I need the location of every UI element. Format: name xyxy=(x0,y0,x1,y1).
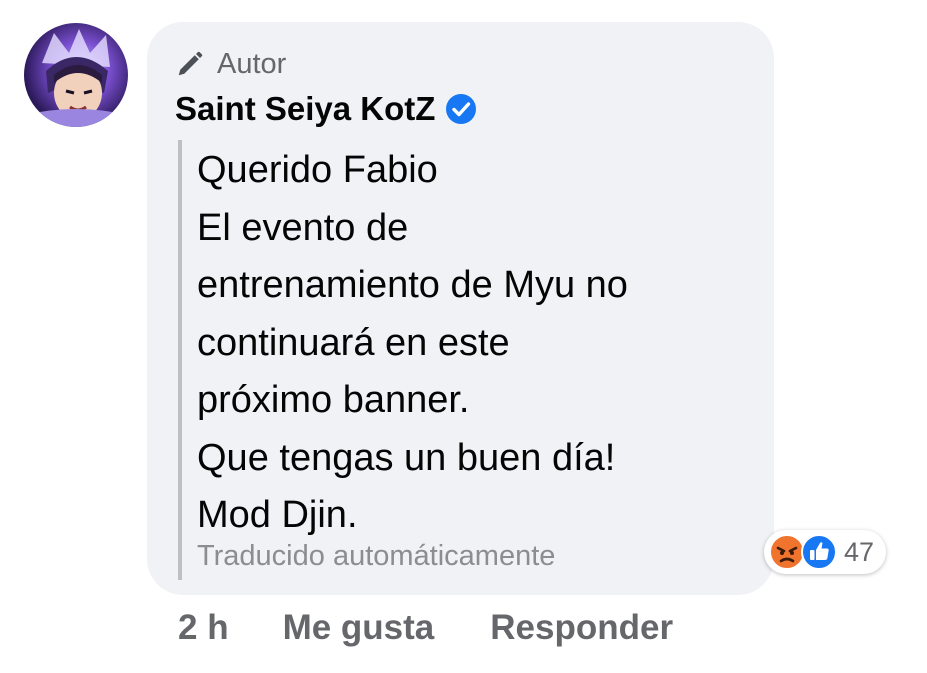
quote-bar xyxy=(178,140,182,580)
message-line: próximo banner. xyxy=(197,379,470,421)
author-badge: Autor xyxy=(175,46,286,82)
author-name-row: Saint Seiya KotZ xyxy=(175,88,477,130)
message-line: entrenamiento de Myu no xyxy=(197,264,628,306)
message-line: Mod Djin. xyxy=(197,494,358,536)
comment-actions: 2 h Me gusta Responder xyxy=(178,606,673,650)
avatar[interactable] xyxy=(24,23,128,127)
message-line: Que tengas un buen día! xyxy=(197,436,616,479)
message-line: Querido Fabio xyxy=(197,149,438,191)
reaction-count: 47 xyxy=(844,536,875,567)
author-badge-label: Autor xyxy=(217,47,287,80)
reactions-summary[interactable]: 47 xyxy=(764,530,887,574)
pencil-icon xyxy=(175,49,205,79)
message-line: El evento de xyxy=(197,206,409,249)
comment-message: Querido Fabio El evento de entrenamiento… xyxy=(197,142,628,545)
verified-badge-icon xyxy=(445,93,477,125)
comment-timestamp[interactable]: 2 h xyxy=(178,608,229,648)
translation-note[interactable]: Traducido automáticamente xyxy=(197,540,555,573)
like-reaction-icon xyxy=(800,533,838,571)
author-name[interactable]: Saint Seiya KotZ xyxy=(175,90,435,128)
message-line: continuará en este xyxy=(197,321,510,364)
like-button[interactable]: Me gusta xyxy=(283,608,435,648)
reply-button[interactable]: Responder xyxy=(490,608,673,648)
comment-view: Autor Saint Seiya KotZ Querido Fabio El … xyxy=(0,0,927,673)
avatar-image xyxy=(24,29,128,127)
